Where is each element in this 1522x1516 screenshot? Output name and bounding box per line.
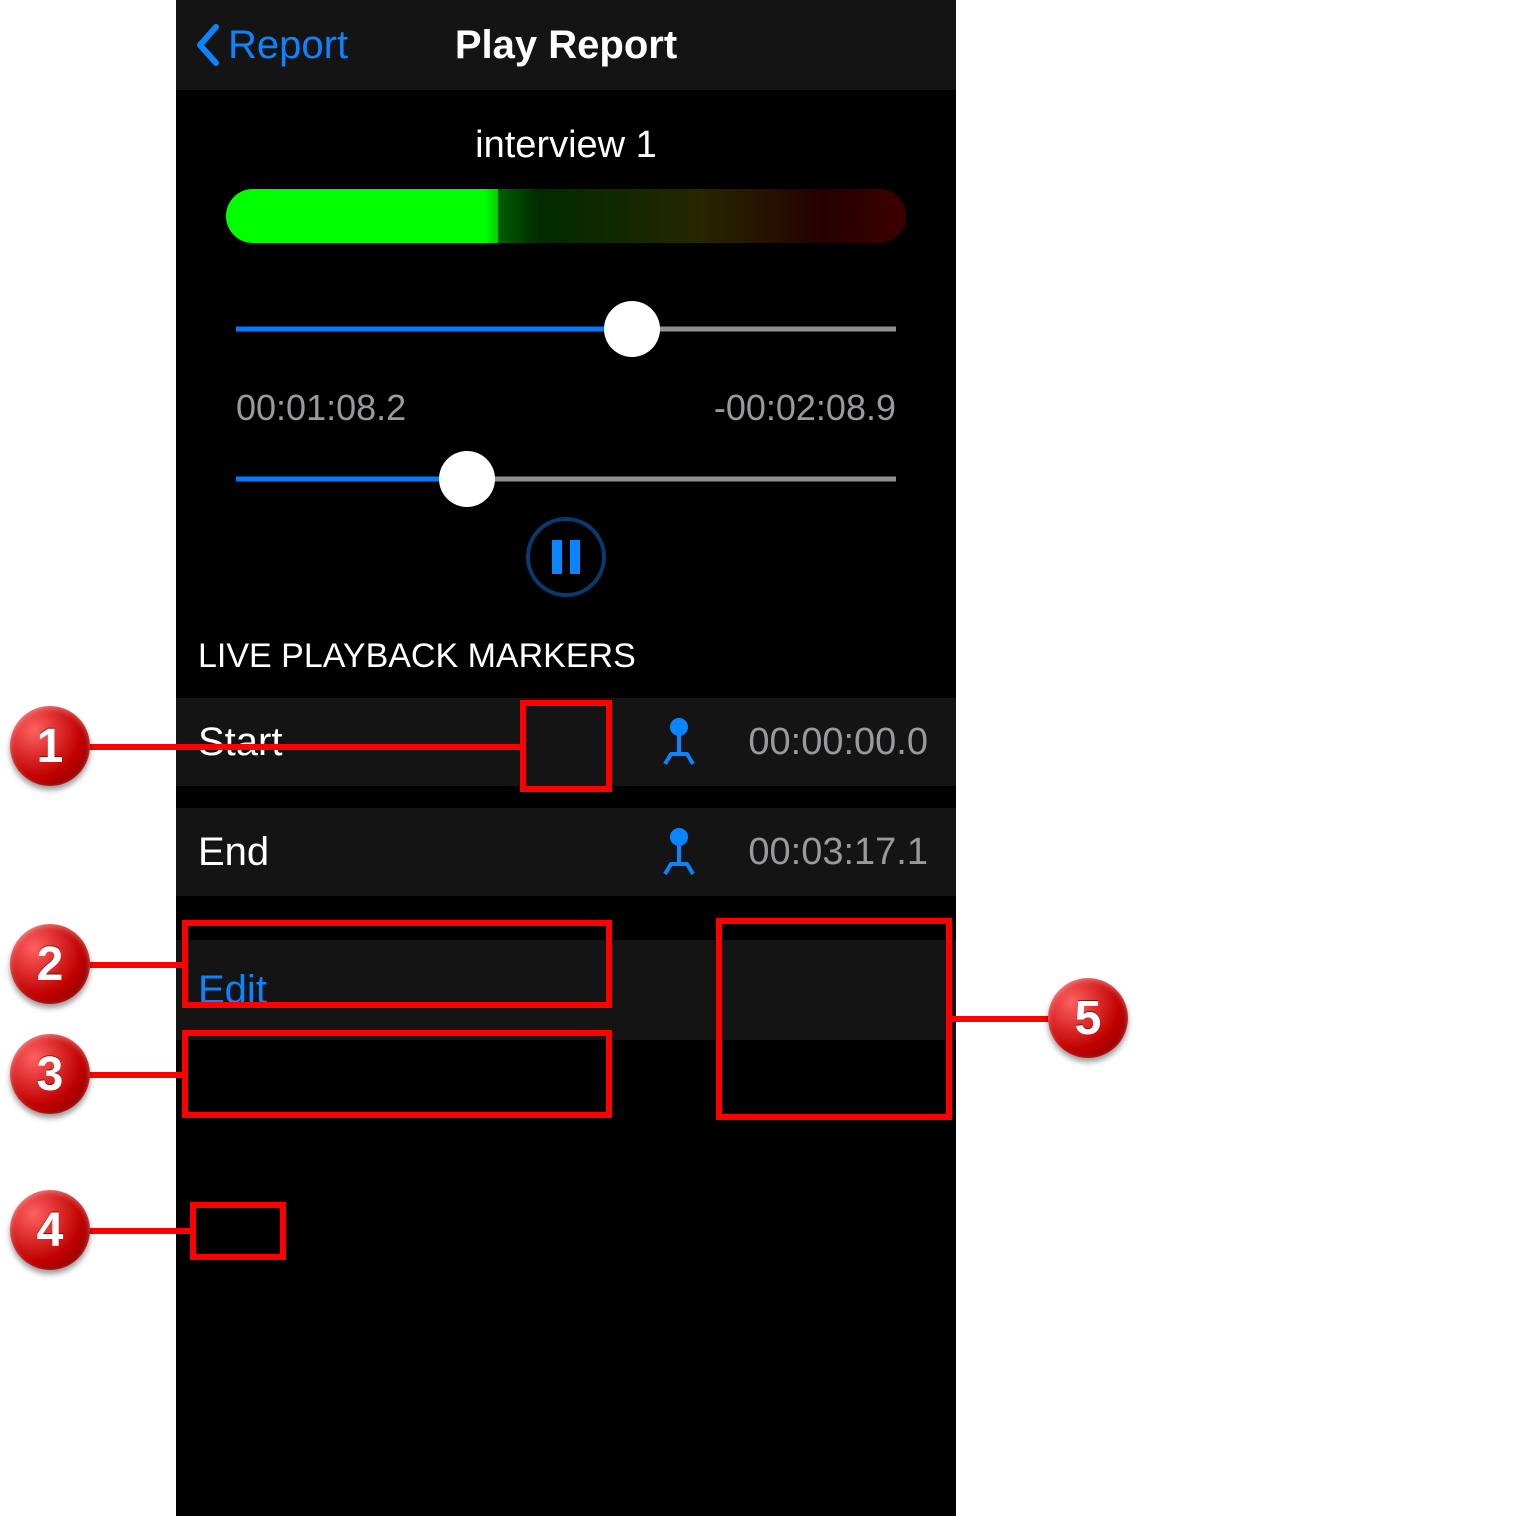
navigation-bar: Report Play Report — [176, 0, 956, 90]
chevron-left-icon — [194, 24, 220, 66]
content-area: interview 1 00:01:08.2 -00:02:08.9 LIVE … — [176, 90, 956, 1040]
scrub-slider[interactable] — [236, 451, 896, 507]
time-remaining: -00:02:08.9 — [714, 387, 896, 429]
slider-thumb[interactable] — [439, 451, 495, 507]
pause-button[interactable] — [526, 517, 606, 597]
page-title: Play Report — [455, 23, 677, 68]
vu-meter — [226, 189, 906, 243]
annotation-callout-1: 1 — [10, 706, 90, 786]
annotation-connector-4 — [86, 1228, 190, 1234]
annotation-number: 1 — [10, 706, 90, 786]
phone-screen: Report Play Report interview 1 00:01:08.… — [176, 0, 956, 1516]
slider-thumb[interactable] — [604, 301, 660, 357]
clip-title: interview 1 — [176, 90, 956, 189]
slider-fill — [236, 477, 467, 482]
annotation-connector-5 — [952, 1016, 1052, 1022]
back-label: Report — [228, 23, 348, 68]
annotation-callout-4: 4 — [10, 1190, 90, 1270]
time-elapsed: 00:01:08.2 — [236, 387, 406, 429]
annotation-number: 4 — [10, 1190, 90, 1270]
annotation-connector-3 — [86, 1072, 182, 1078]
marker-row-start[interactable]: Start 00:00:00.0 — [176, 698, 956, 786]
marker-row-end[interactable]: End 00:03:17.1 — [176, 808, 956, 896]
annotation-number: 5 — [1048, 978, 1128, 1058]
annotation-callout-5: 5 — [1048, 978, 1128, 1058]
marker-start-label: Start — [198, 720, 654, 765]
volume-slider[interactable] — [236, 301, 896, 357]
annotation-callout-2: 2 — [10, 924, 90, 1004]
marker-list: Start 00:00:00.0 End — [176, 698, 956, 896]
pause-icon — [552, 540, 580, 574]
vu-meter-inactive — [498, 189, 906, 243]
annotation-callout-3: 3 — [10, 1034, 90, 1114]
annotation-connector-2 — [86, 962, 182, 968]
marker-end-label: End — [198, 830, 654, 875]
marker-end-time: 00:03:17.1 — [704, 831, 934, 874]
marker-pin-icon — [659, 718, 699, 766]
time-row: 00:01:08.2 -00:02:08.9 — [236, 387, 896, 429]
annotation-number: 2 — [10, 924, 90, 1004]
back-button[interactable]: Report — [176, 23, 348, 68]
marker-pin-icon — [659, 828, 699, 876]
markers-header: LIVE PLAYBACK MARKERS — [176, 597, 956, 698]
slider-fill — [236, 327, 632, 332]
edit-button[interactable]: Edit — [198, 968, 267, 1013]
annotation-number: 3 — [10, 1034, 90, 1114]
edit-row: Edit — [176, 940, 956, 1040]
marker-start-time: 00:00:00.0 — [704, 721, 934, 764]
